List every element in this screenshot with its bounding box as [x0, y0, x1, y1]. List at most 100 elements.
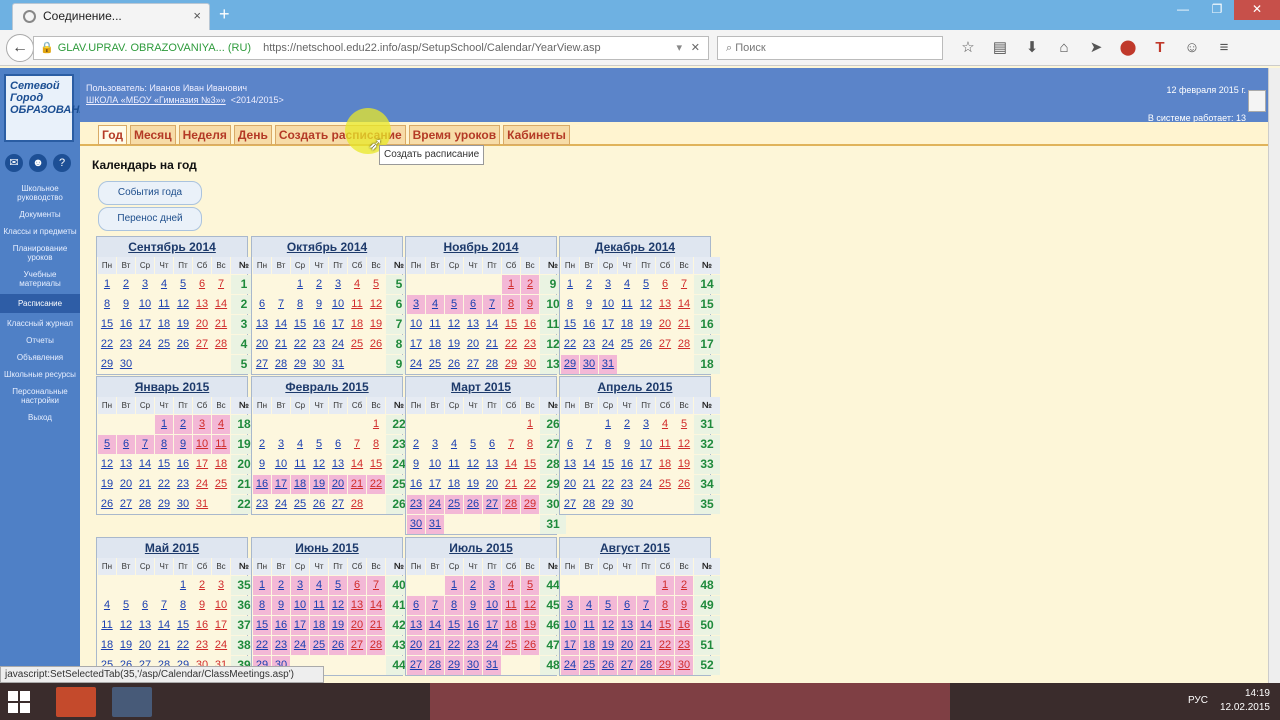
day-cell[interactable]: 27: [329, 495, 347, 514]
week-number-cell[interactable]: 31: [694, 415, 720, 434]
day-cell[interactable]: 6: [193, 275, 211, 294]
day-cell[interactable]: 20: [483, 475, 501, 494]
day-cell[interactable]: 1: [502, 275, 520, 294]
day-cell[interactable]: 4: [445, 435, 463, 454]
day-cell[interactable]: 18: [98, 636, 116, 655]
day-cell[interactable]: 11: [155, 295, 173, 314]
day-cell[interactable]: 8: [367, 435, 385, 454]
day-cell[interactable]: 20: [329, 475, 347, 494]
day-cell[interactable]: 16: [193, 616, 211, 635]
day-cell[interactable]: 25: [212, 475, 230, 494]
day-cell[interactable]: 5: [329, 576, 347, 595]
week-number-cell[interactable]: 49: [694, 596, 720, 615]
day-cell[interactable]: 4: [291, 435, 309, 454]
day-cell[interactable]: 18: [348, 315, 366, 334]
day-cell[interactable]: 22: [656, 636, 674, 655]
day-cell[interactable]: 22: [253, 636, 271, 655]
day-cell[interactable]: 14: [637, 616, 655, 635]
sidebar-item-reports[interactable]: Отчеты: [0, 334, 80, 347]
day-cell[interactable]: 23: [253, 495, 271, 514]
day-cell[interactable]: 21: [502, 475, 520, 494]
day-cell[interactable]: 20: [407, 636, 425, 655]
close-tab-icon[interactable]: ×: [193, 4, 201, 28]
day-cell[interactable]: 7: [675, 275, 693, 294]
day-cell[interactable]: 4: [348, 275, 366, 294]
day-cell[interactable]: 4: [502, 576, 520, 595]
day-cell[interactable]: 6: [407, 596, 425, 615]
day-cell[interactable]: 10: [291, 596, 309, 615]
tab-month[interactable]: Месяц: [130, 125, 176, 145]
sidebar-item-classes[interactable]: Классы и предметы: [0, 225, 80, 238]
day-cell[interactable]: 20: [253, 335, 271, 354]
day-cell[interactable]: 30: [521, 355, 539, 374]
day-cell[interactable]: 5: [599, 596, 617, 615]
day-cell[interactable]: 5: [637, 275, 655, 294]
day-cell[interactable]: 8: [656, 596, 674, 615]
day-cell[interactable]: 7: [426, 596, 444, 615]
day-cell[interactable]: 15: [367, 455, 385, 474]
day-cell[interactable]: 18: [656, 455, 674, 474]
day-cell[interactable]: 1: [291, 275, 309, 294]
search-input[interactable]: ⌕ Поиск: [717, 36, 943, 60]
day-cell[interactable]: 3: [136, 275, 154, 294]
day-cell[interactable]: 27: [464, 355, 482, 374]
month-title[interactable]: Май 2015: [97, 538, 247, 558]
day-cell[interactable]: 22: [521, 475, 539, 494]
day-cell[interactable]: 23: [580, 335, 598, 354]
day-cell[interactable]: 5: [521, 576, 539, 595]
day-cell[interactable]: 28: [212, 335, 230, 354]
day-cell[interactable]: 25: [445, 495, 463, 514]
day-cell[interactable]: 21: [637, 636, 655, 655]
day-cell[interactable]: 28: [272, 355, 290, 374]
day-cell[interactable]: 18: [426, 335, 444, 354]
day-cell[interactable]: 19: [637, 315, 655, 334]
day-cell[interactable]: 25: [656, 475, 674, 494]
day-cell[interactable]: 11: [291, 455, 309, 474]
day-cell[interactable]: 3: [483, 576, 501, 595]
day-cell[interactable]: 12: [117, 616, 135, 635]
day-cell[interactable]: 7: [136, 435, 154, 454]
day-cell[interactable]: 21: [348, 475, 366, 494]
tab-week[interactable]: Неделя: [178, 125, 231, 145]
day-cell[interactable]: 16: [464, 616, 482, 635]
day-cell[interactable]: 25: [291, 495, 309, 514]
day-cell[interactable]: 2: [464, 576, 482, 595]
day-cell[interactable]: 13: [483, 455, 501, 474]
sidebar-item-logout[interactable]: Выход: [0, 411, 80, 424]
day-cell[interactable]: 5: [98, 435, 116, 454]
day-cell[interactable]: 14: [212, 295, 230, 314]
day-cell[interactable]: 18: [291, 475, 309, 494]
keyboard-language[interactable]: РУС: [1188, 695, 1208, 706]
day-cell[interactable]: 9: [117, 295, 135, 314]
day-cell[interactable]: 25: [348, 335, 366, 354]
day-cell[interactable]: 29: [561, 355, 579, 374]
day-cell[interactable]: 14: [155, 616, 173, 635]
day-cell[interactable]: 24: [212, 636, 230, 655]
day-cell[interactable]: 9: [174, 435, 192, 454]
day-cell[interactable]: 7: [502, 435, 520, 454]
day-cell[interactable]: 7: [272, 295, 290, 314]
day-cell[interactable]: 30: [310, 355, 328, 374]
home-icon[interactable]: ⌂: [1048, 38, 1080, 58]
day-cell[interactable]: 7: [348, 435, 366, 454]
day-cell[interactable]: 7: [637, 596, 655, 615]
day-cell[interactable]: 21: [212, 315, 230, 334]
system-clock[interactable]: 14:19 12.02.2015: [1220, 687, 1270, 715]
day-cell[interactable]: 20: [136, 636, 154, 655]
tab-year[interactable]: Год: [98, 125, 127, 145]
day-cell[interactable]: 13: [656, 295, 674, 314]
dropdown-arrow-icon[interactable]: ▾: [676, 37, 682, 59]
day-cell[interactable]: 23: [174, 475, 192, 494]
day-cell[interactable]: 22: [367, 475, 385, 494]
day-cell[interactable]: 15: [521, 455, 539, 474]
day-cell[interactable]: 30: [117, 355, 135, 374]
day-cell[interactable]: 30: [407, 515, 425, 534]
day-cell[interactable]: 6: [464, 295, 482, 314]
day-cell[interactable]: 17: [136, 315, 154, 334]
day-cell[interactable]: 23: [407, 495, 425, 514]
day-cell[interactable]: 6: [253, 295, 271, 314]
day-cell[interactable]: 27: [117, 495, 135, 514]
new-tab-button[interactable]: +: [219, 3, 230, 25]
day-cell[interactable]: 25: [155, 335, 173, 354]
day-cell[interactable]: 29: [502, 355, 520, 374]
